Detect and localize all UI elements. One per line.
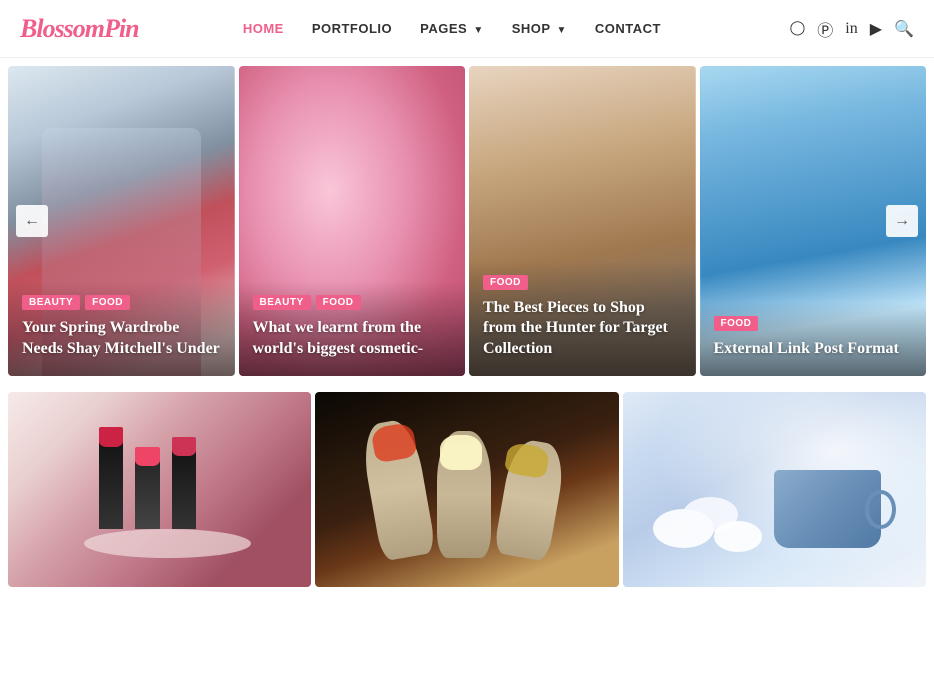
slide-4-overlay: FOOD External Link Post Format [700,302,927,376]
tag-food-3: FOOD [483,275,528,290]
slide-3-overlay: FOOD The Best Pieces to Shop from the Hu… [469,261,696,376]
instagram-icon[interactable]: ◯ [790,20,806,37]
tag-food-1: FOOD [85,295,130,310]
bottom-card-3-image [623,392,926,587]
slide-1-tags: BEAUTY FOOD [22,295,221,310]
slide-2-title: What we learnt from the world's biggest … [253,318,452,360]
slide-1-overlay: BEAUTY FOOD Your Spring Wardrobe Needs S… [8,281,235,376]
pages-chevron-icon: ▼ [473,25,483,36]
slide-3-title: The Best Pieces to Shop from the Hunter … [483,298,682,360]
pinterest-icon[interactable]: Ⓟ [817,17,833,41]
bottom-card-2[interactable] [315,392,618,587]
social-icons:  ◯ Ⓟ in ▶ 🔍 [765,17,914,41]
prev-slide-button[interactable]: ← [16,205,48,237]
bottom-card-1[interactable] [8,392,311,587]
search-icon[interactable]: 🔍 [894,19,914,39]
next-slide-button[interactable]: → [886,205,918,237]
nav-home[interactable]: HOME [243,21,284,36]
logo-black: Blossom [20,14,104,43]
nav-portfolio[interactable]: PORTFOLIO [312,21,392,36]
slide-4-title: External Link Post Format [714,339,913,360]
site-header: BlossomPin HOME PORTFOLIO PAGES ▼ SHOP ▼… [0,0,934,58]
nav-contact[interactable]: CONTACT [595,21,661,36]
bottom-cards-grid [0,384,934,587]
slide-2-tags: BEAUTY FOOD [253,295,452,310]
slide-4-tags: FOOD [714,316,913,331]
tag-beauty-1: BEAUTY [22,295,80,310]
facebook-icon[interactable]:  [765,20,777,38]
slide-card-3[interactable]: FOOD The Best Pieces to Shop from the Hu… [469,66,696,376]
slide-1-title: Your Spring Wardrobe Needs Shay Mitchell… [22,318,221,360]
youtube-icon[interactable]: ▶ [870,19,882,39]
site-logo[interactable]: BlossomPin [20,14,139,44]
shop-chevron-icon: ▼ [556,25,566,36]
tag-food-4: FOOD [714,316,759,331]
slide-2-overlay: BEAUTY FOOD What we learnt from the worl… [239,281,466,376]
slide-card-2[interactable]: BEAUTY FOOD What we learnt from the worl… [239,66,466,376]
nav-pages[interactable]: PAGES ▼ [420,21,484,36]
tag-beauty-2: BEAUTY [253,295,311,310]
linkedin-icon[interactable]: in [845,20,857,38]
hero-slider: ← BEAUTY FOOD Your Spring Wardrobe Needs… [0,66,934,376]
bottom-card-1-image [8,392,311,587]
tag-food-2: FOOD [316,295,361,310]
bottom-card-2-image [315,392,618,587]
nav-shop[interactable]: SHOP ▼ [512,21,567,36]
logo-pink: Pin [104,14,139,43]
bottom-card-3[interactable] [623,392,926,587]
main-nav: HOME PORTFOLIO PAGES ▼ SHOP ▼ CONTACT [243,21,661,36]
slide-3-tags: FOOD [483,275,682,290]
